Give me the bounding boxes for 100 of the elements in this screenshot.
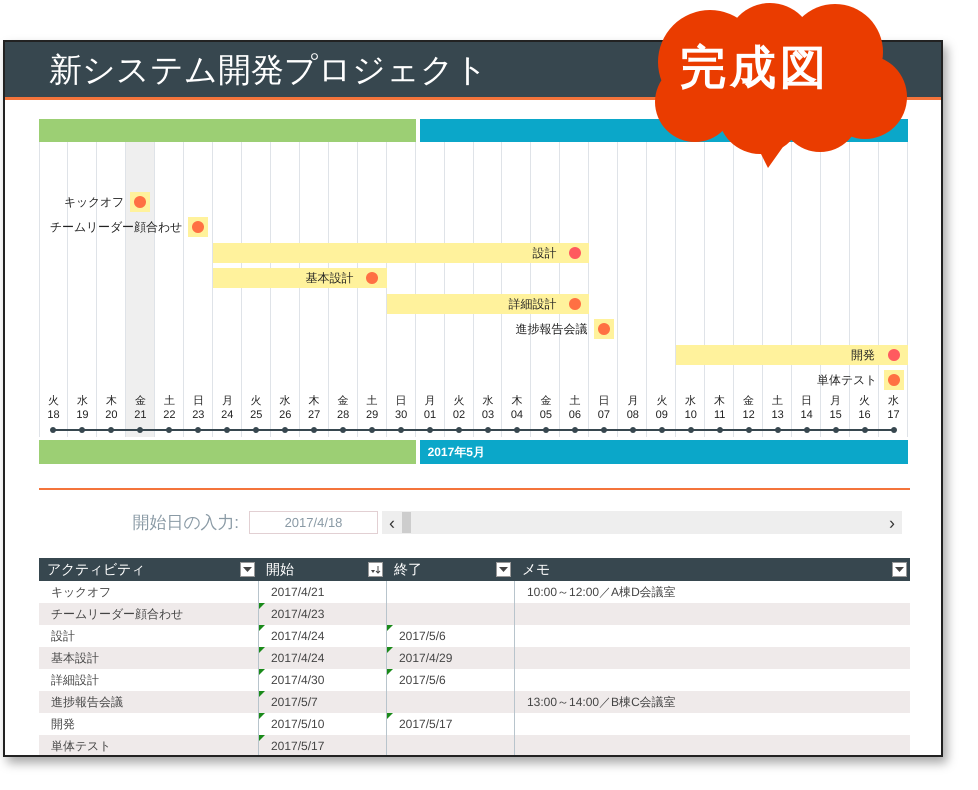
day-label: 02 (452, 408, 466, 422)
task-label: 進捗報告会議 (515, 321, 588, 338)
day-label: 14 (800, 408, 813, 422)
column-header: 終了 (394, 560, 422, 579)
table-cell-text: 2017/4/24 (271, 650, 324, 667)
weekday-label: 火 (656, 394, 668, 408)
weekday-label: 日 (396, 394, 407, 408)
table-cell-text: 2017/5/7 (271, 694, 318, 711)
weekday-label: 月 (830, 394, 842, 408)
day-label: 21 (134, 408, 146, 422)
day-label: 09 (656, 408, 668, 422)
weekday-label: 日 (801, 394, 812, 408)
weekday-label: 火 (250, 394, 262, 408)
day-label: 15 (829, 408, 842, 422)
column-header: メモ (522, 560, 550, 579)
table-cell-text: 単体テスト (51, 738, 111, 755)
day-label: 29 (366, 408, 378, 422)
weekday-label: 水 (482, 394, 494, 408)
task-label: キックオフ (64, 194, 124, 211)
table-cell-text: チームリーダー顔合わせ (51, 606, 183, 623)
table-cell-text: 開発 (51, 716, 75, 733)
table-cell-text: 2017/4/23 (271, 606, 324, 623)
table-cell-text: 2017/4/29 (399, 650, 452, 667)
day-label: 03 (482, 408, 494, 422)
day-label: 19 (76, 408, 89, 422)
weekday-label: 木 (106, 394, 117, 408)
weekday-label: 月 (627, 394, 638, 408)
weekday-label: 水 (76, 394, 88, 408)
table-cell-text: 2017/5/6 (399, 672, 446, 689)
filter-icon[interactable] (240, 562, 255, 577)
month-bar: 2017年5月 (420, 440, 908, 464)
weekday-label: 月 (222, 394, 233, 408)
weekday-label: 金 (540, 394, 552, 408)
column-header: アクティビティ (47, 560, 145, 579)
task-label: 設計 (532, 244, 556, 262)
task-label: 開発 (851, 346, 875, 364)
weekday-label: 火 (454, 394, 465, 408)
scroll-thumb[interactable] (402, 512, 411, 533)
table-cell-text: 10:00～12:00／A棟D会議室 (527, 584, 676, 601)
sort-filter-icon[interactable] (368, 562, 383, 577)
table-cell-text: 2017/5/6 (399, 628, 446, 645)
start-date-label: 開始日の入力: (131, 512, 240, 534)
weekday-label: 土 (366, 394, 378, 408)
weekday-label: 土 (772, 394, 784, 408)
table-cell-text: 2017/5/10 (271, 716, 324, 733)
day-label: 16 (858, 408, 871, 422)
task-label: 基本設計 (306, 270, 354, 288)
table-cell-text: 2017/5/17 (271, 738, 324, 755)
scroll-right-button[interactable]: › (882, 514, 902, 532)
weekday-label: 木 (714, 394, 726, 408)
table-cell-text: 設計 (51, 628, 75, 645)
day-label: 22 (163, 408, 176, 422)
table-cell-text: 13:00～14:00／B棟C会議室 (527, 694, 676, 711)
day-label: 13 (772, 408, 784, 422)
weekday-label: 土 (164, 394, 175, 408)
task-label: チームリーダー顔合わせ (50, 219, 182, 236)
table-cell-text: 基本設計 (51, 650, 99, 667)
weekday-label: 月 (424, 394, 436, 408)
weekday-label: 金 (134, 394, 146, 408)
day-label: 10 (684, 408, 697, 422)
weekday-label: 土 (569, 394, 580, 408)
day-label: 18 (47, 408, 60, 422)
weekday-label: 木 (308, 394, 320, 408)
day-label: 24 (221, 408, 234, 422)
table-cell-text: 2017/5/17 (399, 716, 452, 733)
day-label: 25 (250, 408, 262, 422)
table-cell-text: 2017/4/30 (271, 672, 324, 689)
day-label: 26 (279, 408, 292, 422)
weekday-label: 水 (280, 394, 291, 408)
table-cell-text: 進捗報告会議 (51, 694, 123, 711)
weekday-label: 水 (685, 394, 696, 408)
day-label: 01 (424, 408, 436, 422)
weekday-label: 木 (511, 394, 522, 408)
column-header: 開始 (266, 560, 294, 579)
table-cell-text: 詳細設計 (51, 672, 99, 689)
table-cell-text: 2017/4/24 (271, 628, 324, 645)
day-label: 07 (598, 408, 610, 422)
day-label: 11 (714, 408, 726, 422)
weekday-label: 水 (888, 394, 900, 408)
window-title: 新システム開発プロジェクト (49, 53, 488, 86)
weekday-label: 日 (192, 394, 204, 408)
table-cell-text: キックオフ (51, 584, 111, 601)
day-label: 12 (742, 408, 755, 422)
day-label: 20 (105, 408, 118, 422)
day-label: 28 (337, 408, 350, 422)
day-label: 17 (887, 408, 900, 422)
scroll-bar[interactable]: ‹ › (382, 511, 902, 534)
day-label: 27 (308, 408, 320, 422)
day-label: 06 (568, 408, 581, 422)
weekday-label: 火 (48, 394, 59, 408)
task-label: 単体テスト (817, 372, 878, 390)
stamp-text: 完成図 (680, 44, 830, 90)
filter-icon[interactable] (892, 562, 907, 577)
scroll-left-button[interactable]: ‹ (382, 514, 402, 532)
weekday-label: 日 (598, 394, 610, 408)
table-cell-text: 2017/4/21 (271, 584, 324, 601)
filter-icon[interactable] (496, 562, 511, 577)
weekday-label: 火 (859, 394, 870, 408)
weekday-label: 金 (338, 394, 349, 408)
day-label: 30 (394, 408, 408, 422)
